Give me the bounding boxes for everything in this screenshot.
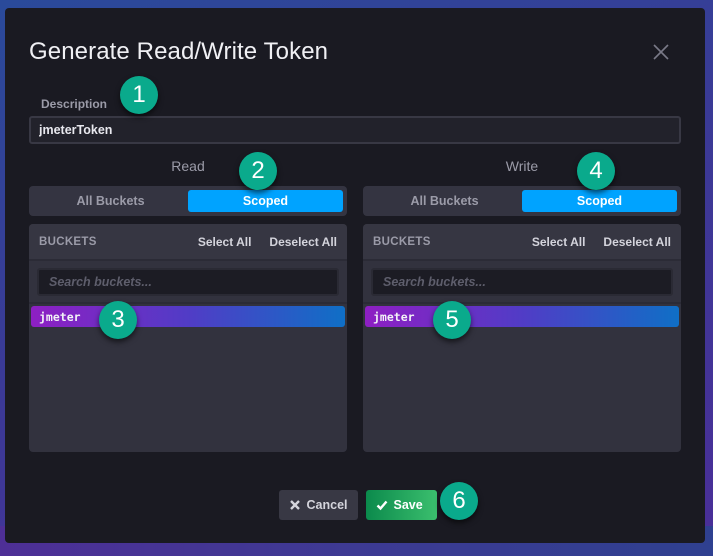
checkmark-icon bbox=[376, 500, 387, 511]
read-deselect-all-button[interactable]: Deselect All bbox=[269, 235, 337, 249]
cancel-label: Cancel bbox=[306, 498, 348, 512]
dialog-footer: Cancel Save bbox=[5, 490, 705, 520]
read-scope-toggle: All Buckets Scoped bbox=[29, 186, 347, 216]
description-input[interactable] bbox=[29, 116, 681, 144]
write-buckets-label: BUCKETS bbox=[373, 235, 431, 248]
write-panel: Write All Buckets Scoped BUCKETS Select … bbox=[363, 158, 681, 452]
read-bucket-item[interactable]: jmeter bbox=[31, 306, 345, 327]
annotation-marker-3: 3 bbox=[99, 301, 137, 339]
read-panel-title: Read bbox=[29, 158, 347, 180]
read-select-all-button[interactable]: Select All bbox=[198, 235, 252, 249]
read-bucket-header: BUCKETS Select All Deselect All bbox=[29, 224, 347, 261]
read-all-buckets-option[interactable]: All Buckets bbox=[33, 190, 188, 212]
write-all-buckets-option[interactable]: All Buckets bbox=[367, 190, 522, 212]
generate-token-dialog: Generate Read/Write Token Description Re… bbox=[5, 8, 705, 543]
read-search-wrap bbox=[29, 261, 347, 304]
cancel-button[interactable]: Cancel bbox=[278, 490, 358, 520]
annotation-marker-2: 2 bbox=[239, 152, 277, 190]
close-icon bbox=[653, 44, 669, 60]
write-bucket-item[interactable]: jmeter bbox=[365, 306, 679, 327]
write-scope-toggle: All Buckets Scoped bbox=[363, 186, 681, 216]
write-deselect-all-button[interactable]: Deselect All bbox=[603, 235, 671, 249]
annotation-marker-1: 1 bbox=[120, 76, 158, 114]
write-select-all-button[interactable]: Select All bbox=[532, 235, 586, 249]
dialog-title: Generate Read/Write Token bbox=[29, 38, 329, 65]
write-bucket-selector: BUCKETS Select All Deselect All jmeter bbox=[363, 224, 681, 452]
description-label: Description bbox=[41, 97, 108, 111]
annotation-marker-5: 5 bbox=[433, 301, 471, 339]
write-bucket-header: BUCKETS Select All Deselect All bbox=[363, 224, 681, 261]
write-panel-title: Write bbox=[363, 158, 681, 180]
write-bucket-search-input[interactable] bbox=[371, 268, 673, 296]
close-button[interactable] bbox=[651, 42, 671, 62]
write-search-wrap bbox=[363, 261, 681, 304]
read-panel: Read All Buckets Scoped BUCKETS Select A… bbox=[29, 158, 347, 452]
save-label: Save bbox=[393, 498, 423, 512]
read-bucket-search-input[interactable] bbox=[37, 268, 339, 296]
save-button[interactable]: Save bbox=[365, 490, 437, 520]
annotation-marker-4: 4 bbox=[577, 152, 615, 190]
x-icon bbox=[289, 500, 300, 510]
read-bucket-selector: BUCKETS Select All Deselect All jmeter bbox=[29, 224, 347, 452]
read-buckets-label: BUCKETS bbox=[39, 235, 97, 248]
write-scoped-option[interactable]: Scoped bbox=[522, 190, 677, 212]
annotation-marker-6: 6 bbox=[440, 482, 478, 520]
read-scoped-option[interactable]: Scoped bbox=[188, 190, 343, 212]
read-title-text: Read bbox=[171, 158, 205, 174]
write-title-text: Write bbox=[505, 158, 539, 174]
